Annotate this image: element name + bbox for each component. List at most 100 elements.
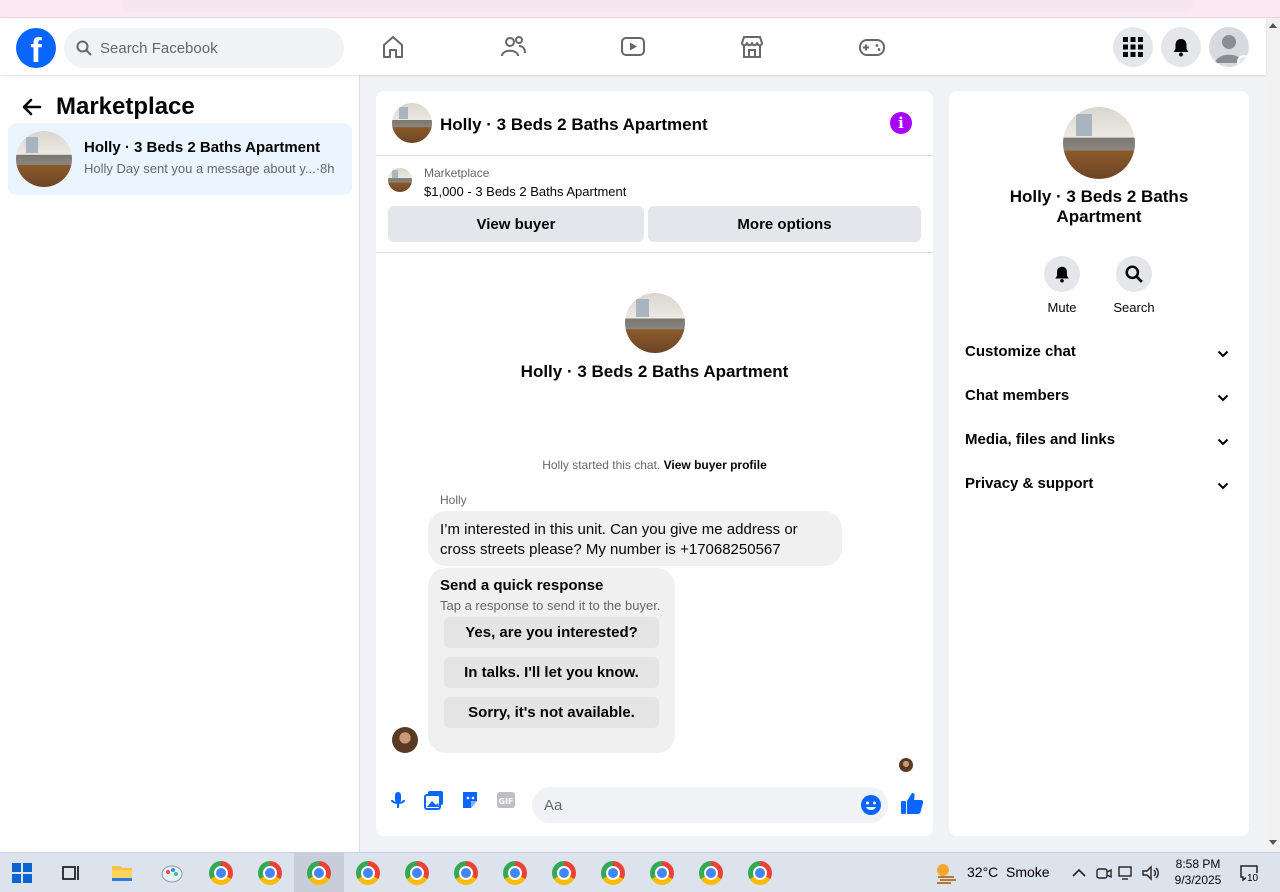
chevron-down-icon: [1217, 394, 1229, 402]
friends-icon[interactable]: [496, 30, 530, 64]
task-view-icon[interactable]: [61, 863, 81, 883]
chrome-icon[interactable]: [209, 861, 233, 885]
chat-members-section[interactable]: Chat members: [965, 387, 1233, 411]
privacy-support-section[interactable]: Privacy & support: [965, 475, 1233, 499]
chrome-profile-icon[interactable]: [258, 861, 282, 885]
weather-condition[interactable]: Smoke: [1006, 864, 1050, 880]
mute-action[interactable]: Mute: [1032, 256, 1092, 315]
mute-bell-icon[interactable]: [1044, 256, 1080, 292]
weather-icon[interactable]: [934, 861, 958, 885]
weather-temperature[interactable]: 32°C: [967, 864, 998, 880]
windows-taskbar: 32°C Smoke 8:58 PM 9/3/2025 10: [0, 852, 1280, 892]
quick-response-title: Send a quick response: [440, 577, 604, 594]
section-label: Privacy & support: [965, 475, 1094, 492]
account-avatar[interactable]: [1209, 27, 1249, 67]
conversation-list-item[interactable]: Holly · 3 Beds 2 Baths Apartment Holly D…: [8, 123, 352, 195]
search-label: Search: [1113, 300, 1155, 315]
left-panel-header: Marketplace: [20, 93, 195, 121]
bell-icon[interactable]: [1161, 27, 1201, 67]
chat-header-thumbnail[interactable]: [392, 103, 432, 143]
scroll-down-icon[interactable]: [1269, 840, 1277, 845]
browser-address-strip: [0, 0, 1280, 18]
info-panel-title: Holly · 3 Beds 2 Baths Apartment: [1009, 187, 1189, 226]
listing-source-label: Marketplace: [424, 166, 490, 180]
system-clock[interactable]: 8:58 PM 9/3/2025: [1166, 856, 1230, 888]
chrome-profile-icon[interactable]: [405, 861, 429, 885]
chevron-down-icon: [1217, 482, 1229, 490]
quick-response-option[interactable]: In talks. I'll let you know.: [444, 657, 659, 688]
home-icon[interactable]: [376, 30, 410, 64]
chrome-profile-icon[interactable]: [748, 861, 772, 885]
chrome-profile-icon[interactable]: [503, 861, 527, 885]
incoming-message-bubble[interactable]: I’m interested in this unit. Can you giv…: [428, 511, 842, 566]
chrome-profile-icon[interactable]: [454, 861, 478, 885]
search-icon: [76, 40, 92, 56]
search-action[interactable]: Search: [1104, 256, 1164, 315]
quick-response-option[interactable]: Sorry, it's not available.: [444, 697, 659, 728]
meet-now-icon[interactable]: [1096, 865, 1112, 881]
chat-header: Holly · 3 Beds 2 Baths Apartment i: [376, 91, 933, 156]
file-explorer-icon[interactable]: [110, 861, 134, 885]
message-input-wrapper[interactable]: [532, 787, 888, 823]
quick-response-subtitle: Tap a response to send it to the buyer.: [440, 598, 661, 613]
facebook-logo-icon[interactable]: f: [16, 28, 56, 68]
seen-indicator-avatar: [899, 758, 913, 772]
section-label: Media, files and links: [965, 431, 1116, 448]
page-scrollbar[interactable]: [1266, 18, 1280, 852]
emoji-icon[interactable]: [860, 794, 882, 816]
sticker-icon[interactable]: [460, 790, 480, 810]
search-input[interactable]: [100, 28, 336, 68]
quick-response-option[interactable]: Yes, are you interested?: [444, 617, 659, 648]
chrome-profile-icon[interactable]: [356, 861, 380, 885]
search-chat-icon[interactable]: [1116, 256, 1152, 292]
conversation-title: Holly · 3 Beds 2 Baths Apartment: [84, 139, 321, 156]
message-input[interactable]: [544, 787, 844, 823]
account-chevron-icon[interactable]: [1237, 55, 1249, 67]
customize-chat-section[interactable]: Customize chat: [965, 343, 1233, 367]
windows-start-icon[interactable]: [12, 863, 32, 883]
scroll-up-icon[interactable]: [1269, 23, 1277, 28]
search-box[interactable]: [64, 28, 344, 68]
mic-icon[interactable]: [388, 790, 408, 810]
page-title: Marketplace: [56, 93, 195, 120]
chrome-profile-icon[interactable]: [601, 861, 625, 885]
volume-icon[interactable]: [1142, 865, 1160, 881]
sender-avatar[interactable]: [392, 727, 418, 753]
menu-grid-icon[interactable]: [1113, 27, 1153, 67]
conversation-preview: Holly Day sent you a message about y...·…: [84, 161, 335, 176]
gif-icon[interactable]: GIF: [496, 790, 516, 810]
listing-price[interactable]: $1,000 - 3 Beds 2 Baths Apartment: [424, 184, 626, 199]
chevron-down-icon: [1217, 350, 1229, 358]
media-files-links-section[interactable]: Media, files and links: [965, 431, 1233, 455]
gaming-icon[interactable]: [855, 30, 889, 64]
chrome-profile-icon[interactable]: [552, 861, 576, 885]
listing-small-thumbnail[interactable]: [388, 168, 412, 192]
chevron-up-icon[interactable]: [1071, 865, 1087, 881]
mute-label: Mute: [1047, 300, 1077, 315]
browser-omnibox[interactable]: [122, 0, 1194, 12]
video-icon[interactable]: [616, 30, 650, 64]
notification-count-badge: 10: [1246, 873, 1260, 884]
chat-info-panel: Holly · 3 Beds 2 Baths Apartment Mute Se…: [949, 91, 1249, 836]
svg-text:GIF: GIF: [498, 797, 513, 806]
info-icon[interactable]: i: [890, 112, 912, 134]
message-text-line: I’m interested in this unit. Can you giv…: [440, 521, 798, 538]
like-icon[interactable]: [900, 791, 924, 815]
view-buyer-profile-link[interactable]: View buyer profile: [664, 458, 767, 472]
network-icon[interactable]: [1118, 865, 1136, 881]
conversation-list-panel: Marketplace Holly · 3 Beds 2 Baths Apart…: [0, 75, 360, 852]
chrome-profile-icon[interactable]: [699, 861, 723, 885]
listing-thumbnail: [16, 131, 72, 187]
chrome-profile-icon[interactable]: [307, 861, 331, 885]
chat-started-notice: Holly started this chat. View buyer prof…: [376, 458, 933, 472]
back-arrow-icon[interactable]: [20, 95, 44, 119]
marketplace-icon[interactable]: [735, 30, 769, 64]
more-options-button[interactable]: More options: [648, 206, 921, 242]
photo-icon[interactable]: [424, 790, 444, 810]
paint-app-icon[interactable]: [160, 861, 184, 885]
chat-started-text: Holly started this chat.: [542, 458, 661, 472]
view-buyer-button[interactable]: View buyer: [388, 206, 644, 242]
sender-name: Holly: [440, 493, 467, 507]
chrome-profile-icon[interactable]: [650, 861, 674, 885]
chat-title[interactable]: Holly · 3 Beds 2 Baths Apartment: [440, 115, 708, 135]
